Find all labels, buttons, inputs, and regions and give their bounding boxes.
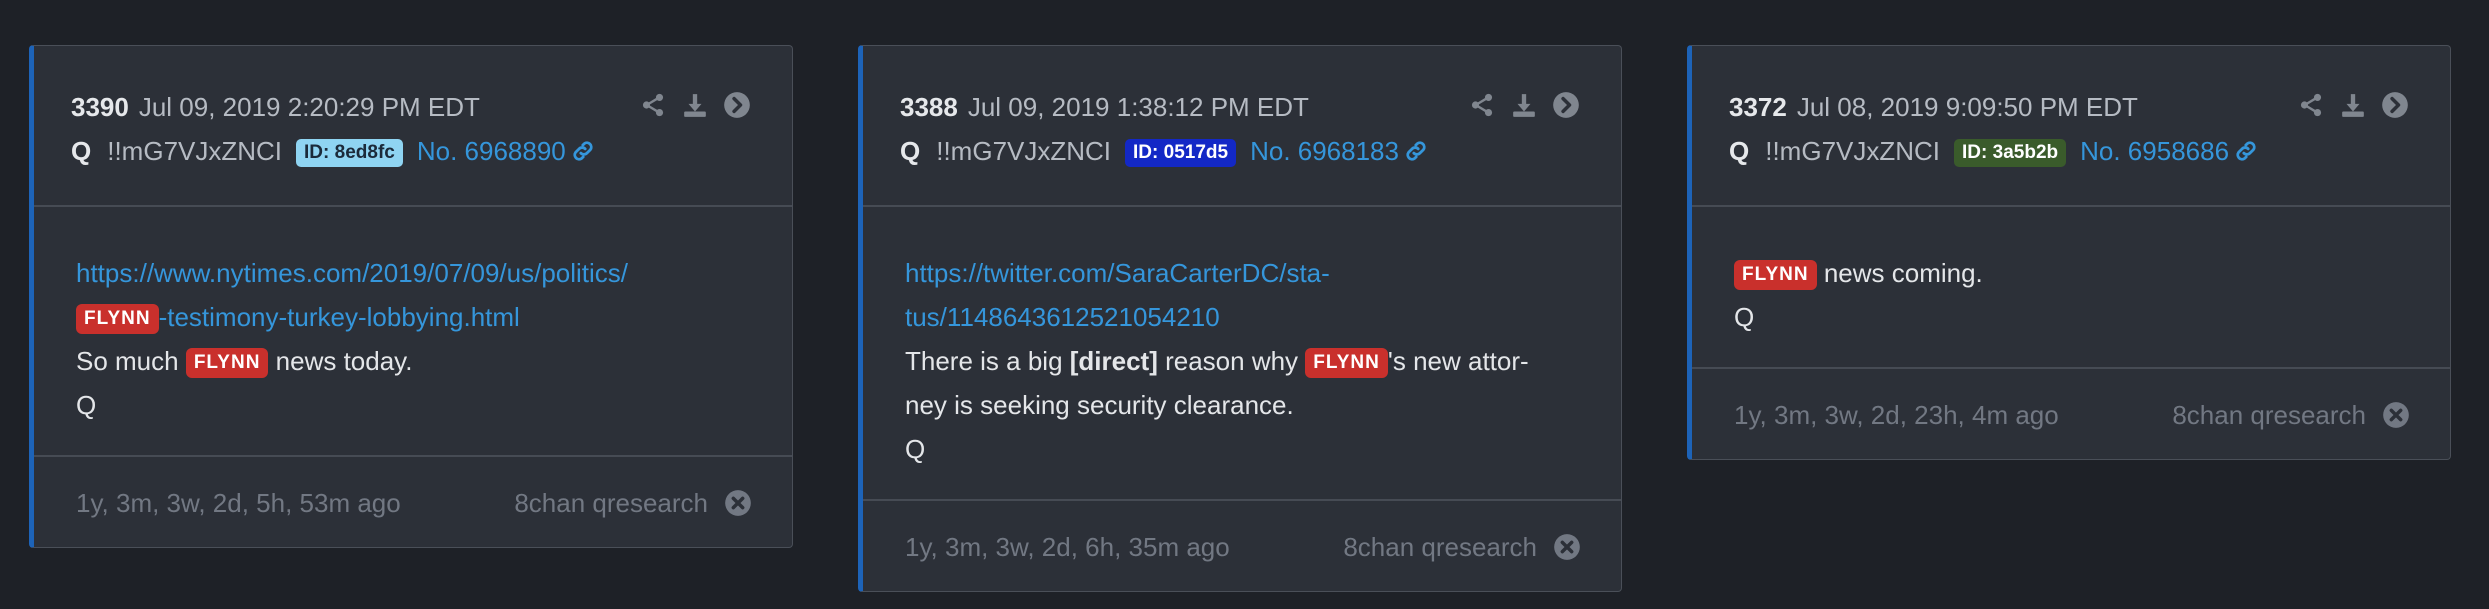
post-card: 3390 Jul 09, 2019 2:20:29 PM EDT Q !!mG7VJ…: [29, 45, 793, 548]
post-source: 8chan qresearch: [514, 485, 752, 521]
arrow-circle-right-icon[interactable]: [722, 90, 752, 120]
post-header: 3388 Jul 09, 2019 1:38:12 PM EDT Q !!mG7VJ…: [863, 46, 1621, 207]
post-body: https://twitter.com/SaraCarterDC/sta- tu…: [863, 207, 1621, 501]
post-age: 1y, 3m, 3w, 2d, 5h, 53m ago: [76, 488, 401, 518]
post-source-label: 8chan qresearch: [514, 488, 708, 518]
post-text-bold: [direct]: [1069, 346, 1158, 376]
post-body: FLYNN news coming. Q: [1692, 207, 2450, 369]
post-number: 3388: [900, 92, 958, 122]
post-date: Jul 08, 2019 9:09:50 PM EDT: [1796, 92, 2138, 122]
close-circle-icon[interactable]: [724, 489, 752, 517]
post-tripcode: !!mG7VJxZNCI: [936, 136, 1112, 166]
post-link-line2[interactable]: -testimony-turkey-lobbying.html: [159, 302, 520, 332]
post-footer: 1y, 3m, 3w, 2d, 6h, 35m ago 8chan qresea…: [863, 501, 1621, 591]
post-text-part: news today.: [268, 346, 413, 376]
post-no-link[interactable]: No. 6968183: [1250, 136, 1429, 166]
arrow-circle-right-icon[interactable]: [2380, 90, 2410, 120]
post-link-line1[interactable]: https://www.nytimes.com/2019/07/09/us/po…: [76, 258, 628, 288]
poster-id-badge: ID: 3a5b2b: [1954, 139, 2067, 167]
flynn-tag: FLYNN: [1734, 260, 1817, 290]
arrow-circle-right-icon[interactable]: [1551, 90, 1581, 120]
link-icon: [2233, 137, 2259, 173]
post-source: 8chan qresearch: [2172, 397, 2410, 433]
link-icon: [570, 137, 596, 173]
post-link[interactable]: https://twitter.com/SaraCarterDC/sta- tu…: [905, 251, 1581, 339]
post-meta-row: 3388 Jul 09, 2019 1:38:12 PM EDT: [900, 89, 1309, 125]
link-icon: [1403, 137, 1429, 173]
post-signature: Q: [1734, 302, 1755, 332]
post-number: 3390: [71, 92, 129, 122]
post-text: So much FLYNN news today.: [76, 339, 752, 383]
download-icon[interactable]: [1509, 90, 1539, 120]
post-no-link[interactable]: No. 6958686: [2080, 136, 2259, 166]
post-signature: Q: [76, 390, 97, 420]
post-source-label: 8chan qresearch: [2172, 400, 2366, 430]
post-date: Jul 09, 2019 2:20:29 PM EDT: [138, 92, 480, 122]
post-age: 1y, 3m, 3w, 2d, 23h, 4m ago: [1734, 400, 2059, 430]
post-no-label: No. 6968890: [416, 136, 566, 166]
post-no-link[interactable]: No. 6968890: [417, 136, 596, 166]
post-footer: 1y, 3m, 3w, 2d, 23h, 4m ago 8chan qresea…: [1692, 369, 2450, 459]
post-body: https://www.nytimes.com/2019/07/09/us/po…: [34, 207, 792, 457]
flynn-tag: FLYNN: [185, 348, 269, 378]
post-text-part: 's new attor-: [1387, 346, 1529, 376]
download-icon[interactable]: [2338, 90, 2368, 120]
post-header: 3372 Jul 08, 2019 9:09:50 PM EDT Q !!mG7VJ…: [1692, 46, 2450, 207]
post-author: Q: [71, 136, 92, 166]
post-meta-row: 3372 Jul 08, 2019 9:09:50 PM EDT: [1729, 89, 2138, 125]
post-no-label: No. 6968183: [1250, 136, 1399, 166]
poster-id-badge: ID: 0517d5: [1125, 139, 1237, 167]
post-tripcode: !!mG7VJxZNCI: [107, 136, 283, 166]
post-card: 3372 Jul 08, 2019 9:09:50 PM EDT Q !!mG7VJ…: [1687, 45, 2451, 460]
post-age: 1y, 3m, 3w, 2d, 6h, 35m ago: [905, 532, 1230, 562]
post-actions: [1467, 90, 1581, 120]
post-text-part: So much: [76, 346, 186, 376]
post-author: Q: [1729, 136, 1750, 166]
post-actions: [638, 90, 752, 120]
post-text: FLYNN news coming.: [1734, 251, 2410, 295]
flynn-tag: FLYNN: [76, 304, 159, 334]
post-no-label: No. 6958686: [2080, 136, 2230, 166]
post-source-label: 8chan qresearch: [1343, 532, 1537, 562]
post-text: There is a big [direct] reason why FLYNN…: [905, 339, 1581, 427]
post-date: Jul 09, 2019 1:38:12 PM EDT: [967, 92, 1309, 122]
post-meta-row: 3390 Jul 09, 2019 2:20:29 PM EDT: [71, 89, 480, 125]
post-text-part: news coming.: [1816, 258, 1983, 288]
post-text-part: There is a big: [905, 346, 1070, 376]
poster-id-badge: ID: 8ed8fc: [296, 139, 403, 167]
post-source: 8chan qresearch: [1343, 529, 1581, 565]
post-number: 3372: [1729, 92, 1787, 122]
post-footer: 1y, 3m, 3w, 2d, 5h, 53m ago 8chan qresea…: [34, 457, 792, 547]
post-actions: [2296, 90, 2410, 120]
post-text-part: reason why: [1157, 346, 1306, 376]
post-link[interactable]: https://www.nytimes.com/2019/07/09/us/po…: [76, 251, 752, 339]
post-tripcode: !!mG7VJxZNCI: [1765, 136, 1941, 166]
close-circle-icon[interactable]: [1553, 533, 1581, 561]
flynn-tag: FLYNN: [1305, 348, 1388, 378]
share-icon[interactable]: [638, 90, 668, 120]
post-author-row: Q !!mG7VJxZNCI ID: 3a5b2b No. 6958686: [1729, 133, 2259, 173]
close-circle-icon[interactable]: [2382, 401, 2410, 429]
post-card: 3388 Jul 09, 2019 1:38:12 PM EDT Q !!mG7VJ…: [858, 45, 1622, 592]
post-author: Q: [900, 136, 921, 166]
post-signature: Q: [905, 434, 926, 464]
post-link-line2[interactable]: tus/1148643612521054210: [905, 302, 1220, 332]
post-author-row: Q !!mG7VJxZNCI ID: 0517d5 No. 6968183: [900, 133, 1429, 173]
post-text-part: ney is seeking security clearance.: [905, 390, 1294, 420]
download-icon[interactable]: [680, 90, 710, 120]
post-header: 3390 Jul 09, 2019 2:20:29 PM EDT Q !!mG7VJ…: [34, 46, 792, 207]
share-icon[interactable]: [2296, 90, 2326, 120]
post-author-row: Q !!mG7VJxZNCI ID: 8ed8fc No. 6968890: [71, 133, 596, 173]
post-link-line1[interactable]: https://twitter.com/SaraCarterDC/sta-: [905, 258, 1330, 288]
share-icon[interactable]: [1467, 90, 1497, 120]
